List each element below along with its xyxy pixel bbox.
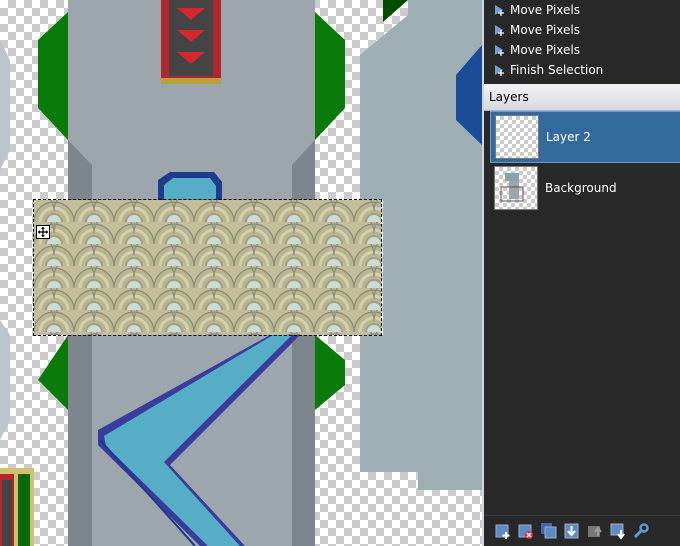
history-item[interactable]: Move Pixels	[484, 20, 680, 40]
image-canvas[interactable]	[0, 0, 482, 546]
layers-window: Layers Layer 2 Background	[482, 84, 680, 546]
duplicate-layer-icon[interactable]	[540, 522, 558, 540]
grass-left-top	[38, 12, 68, 140]
history-panel: Move Pixels Move Pixels Move Pixels Fini…	[482, 0, 680, 84]
layers-toolbar	[484, 515, 680, 546]
add-layer-icon[interactable]	[494, 522, 512, 540]
move-layer-down-icon[interactable]	[609, 522, 627, 540]
move-pixels-icon	[495, 45, 504, 56]
layer-name: Layer 2	[546, 130, 591, 144]
finish-selection-icon	[495, 65, 504, 76]
history-item-label: Finish Selection	[510, 63, 604, 77]
history-item-label: Move Pixels	[510, 3, 581, 17]
mosaic-layer-content	[34, 200, 381, 335]
history-item-label: Move Pixels	[510, 23, 581, 37]
layer-name: Background	[545, 181, 617, 195]
merge-layer-down-icon[interactable]	[563, 522, 581, 540]
history-item[interactable]: Move Pixels	[484, 0, 680, 20]
move-pixels-icon	[495, 25, 504, 36]
move-cursor-icon	[36, 225, 50, 239]
history-item[interactable]: Move Pixels	[484, 40, 680, 60]
layer-row-layer-2[interactable]: Layer 2	[490, 111, 680, 163]
history-item[interactable]: Finish Selection	[484, 60, 680, 80]
layer-thumbnail	[494, 166, 538, 210]
move-layer-up-icon[interactable]	[586, 522, 604, 540]
history-item-label: Move Pixels	[510, 43, 581, 57]
selection-marquee[interactable]	[33, 199, 382, 336]
layers-title[interactable]: Layers	[484, 84, 680, 111]
layer-properties-icon[interactable]	[632, 522, 650, 540]
layer-thumbnail	[495, 115, 539, 159]
delete-layer-icon[interactable]	[517, 522, 535, 540]
move-pixels-icon	[495, 5, 504, 16]
layer-row-background[interactable]: Background	[490, 163, 680, 213]
